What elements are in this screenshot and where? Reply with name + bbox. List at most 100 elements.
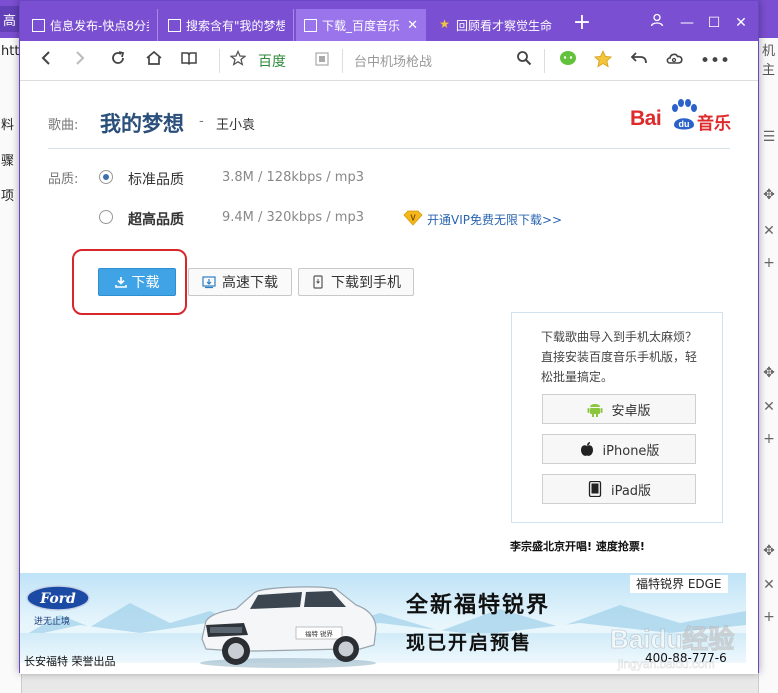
fast-download-label: 高速下载 [222, 275, 278, 291]
ford-banner-ad[interactable]: Ford 进无止境 长安福特 荣誉出品 福特 锐界 福特锐界 EDGE 全新福特… [20, 573, 758, 674]
close-icon[interactable]: ✕ [762, 578, 776, 592]
song-artist[interactable]: 王小袁 [216, 114, 255, 133]
ford-logo-text: Ford [39, 591, 76, 607]
qr-code-icon[interactable] [310, 50, 334, 72]
quality-spec-standard: 3.8M / 128kbps / mp3 [222, 170, 364, 185]
tab-label: 下载_百度音乐 [322, 18, 401, 33]
close-icon[interactable]: ✕ [762, 400, 776, 414]
ford-logo: Ford [26, 585, 90, 611]
page-icon [304, 18, 317, 32]
promo-text: 下载歌曲导入到手机太麻烦？直接安装百度音乐手机版，轻松批量搞定。 [541, 330, 698, 384]
background-text-fragment: 骤 [1, 154, 15, 169]
home-button[interactable] [142, 50, 166, 72]
forward-button[interactable] [68, 50, 92, 72]
favorites-star-icon[interactable] [591, 50, 615, 72]
close-window-button[interactable]: ✕ [731, 13, 751, 33]
list-icon[interactable]: ☰ [762, 130, 776, 144]
banner-subheadline: 现已开启预售 [406, 632, 533, 654]
tab-label: 信息发布-快点8分类 [50, 18, 149, 33]
undo-icon[interactable] [627, 50, 651, 72]
toolbar-divider [342, 49, 343, 73]
ford-slogan: 进无止境 [34, 617, 71, 627]
download-to-phone-button[interactable]: 下载到手机 [298, 268, 414, 296]
reader-button[interactable] [177, 50, 201, 72]
android-icon [587, 404, 603, 417]
watermark-url: jingyan.baidu.com [617, 657, 715, 671]
paw-icon: du [672, 99, 697, 130]
svg-text:V: V [410, 214, 416, 223]
logo-du-text: du [679, 119, 690, 129]
phone-icon [313, 275, 323, 289]
watermark-text: Baidu经验 [610, 624, 734, 654]
cloud-icon[interactable] [663, 50, 687, 72]
baidu-music-logo[interactable]: Bai du 音乐 [630, 97, 740, 137]
minimize-button[interactable]: — [677, 13, 697, 33]
tab-close-icon[interactable]: ✕ [407, 18, 418, 33]
background-text-fragment: 机主 [762, 44, 776, 78]
bookmark-baidu[interactable]: 百度 [258, 51, 286, 71]
close-icon[interactable]: ✕ [762, 224, 776, 238]
toolbar-divider [544, 49, 545, 73]
background-right-panel: 机主 ☰ ✥ ✕ + ✥ ✕ + ✥ ✕ + [758, 38, 778, 693]
quality-spec-high: 9.4M / 320kbps / mp3 [222, 210, 364, 225]
apple-icon [580, 442, 593, 456]
logo-text: Bai [630, 107, 662, 130]
iphone-app-label: iPhone版 [602, 443, 660, 459]
chat-icon[interactable] [556, 50, 580, 72]
suv-car-image: 福特 锐界 [200, 586, 377, 668]
quality-label: 品质: [48, 172, 79, 187]
android-app-label: 安卓版 [611, 403, 651, 419]
user-icon[interactable] [647, 13, 667, 33]
background-text-fragment: 项 [1, 189, 15, 204]
banner-dealer-text: 长安福特 荣誉出品 [24, 655, 116, 668]
banner-headline: 全新福特锐界 [406, 593, 551, 618]
iphone-app-button[interactable]: iPhone版 [542, 434, 696, 464]
move-icon[interactable]: ✥ [762, 544, 776, 558]
ipad-app-button[interactable]: iPad版 [542, 474, 696, 504]
search-input[interactable]: 台中机场枪战 [354, 51, 514, 70]
promo-caption-link[interactable]: 李宗盛北京开唱! 速度抢票! [510, 538, 645, 554]
tab-bar: 信息发布-快点8分类 搜索含有"我的梦想 下载_百度音乐 ✕ ★ 回顾看才察觉生… [20, 1, 758, 41]
android-app-button[interactable]: 安卓版 [542, 394, 696, 424]
tablet-icon [588, 481, 602, 497]
app-promo-panel: 下载歌曲导入到手机太麻烦？直接安装百度音乐手机版，轻松批量搞定。 安卓版 iPh… [511, 312, 723, 523]
fast-download-button[interactable]: 高速下载 [188, 268, 292, 296]
refresh-button[interactable] [106, 50, 130, 72]
quality-option-standard[interactable]: 标准品质 [128, 169, 184, 189]
new-tab-button[interactable]: + [570, 12, 594, 36]
download-to-phone-label: 下载到手机 [331, 275, 401, 291]
plus-icon[interactable]: + [762, 432, 776, 446]
move-icon[interactable]: ✥ [762, 366, 776, 380]
page-icon [32, 18, 45, 32]
toolbar-divider [219, 49, 220, 73]
maximize-button[interactable]: ☐ [704, 13, 724, 33]
back-button[interactable] [34, 50, 58, 72]
tab-info[interactable]: 信息发布-快点8分类 [24, 9, 158, 41]
search-icon[interactable] [512, 50, 536, 72]
star-icon: ★ [439, 16, 450, 31]
page-icon [168, 18, 181, 32]
plus-icon[interactable]: + [762, 256, 776, 270]
tab-baidu-music[interactable]: 下载_百度音乐 ✕ [296, 9, 426, 41]
tab-search[interactable]: 搜索含有"我的梦想 [160, 9, 294, 41]
more-menu-icon[interactable]: ••• [700, 50, 730, 72]
bookmark-star-icon[interactable] [226, 49, 250, 72]
tab-label: 回顾看才察觉生命 [456, 18, 552, 33]
vip-upgrade-link[interactable]: 开通VIP免费无限下载>> [427, 211, 562, 228]
quality-option-high[interactable]: 超高品质 [128, 209, 184, 229]
song-separator: - [199, 114, 204, 129]
navigation-toolbar: 百度 台中机场枪战 ••• [20, 41, 758, 81]
tab-review[interactable]: ★ 回顾看才察觉生命 [430, 9, 560, 41]
radio-high-quality[interactable] [99, 210, 113, 224]
page-content: 歌曲: 我的梦想 - 王小袁 Bai du 音乐 品质: 标准品质 3.8M /… [20, 82, 758, 674]
move-icon[interactable]: ✥ [762, 188, 776, 202]
vip-diamond-icon: V [403, 210, 423, 226]
tab-label: 搜索含有"我的梦想 [186, 18, 285, 33]
background-text-fragment: htt [1, 44, 20, 59]
radio-standard-quality[interactable] [99, 170, 113, 184]
logo-music-text: 音乐 [697, 114, 731, 134]
header-divider [48, 148, 730, 149]
background-bottom [22, 672, 758, 693]
fast-download-icon [202, 276, 216, 289]
browser-window: 信息发布-快点8分类 搜索含有"我的梦想 下载_百度音乐 ✕ ★ 回顾看才察觉生… [19, 0, 759, 674]
